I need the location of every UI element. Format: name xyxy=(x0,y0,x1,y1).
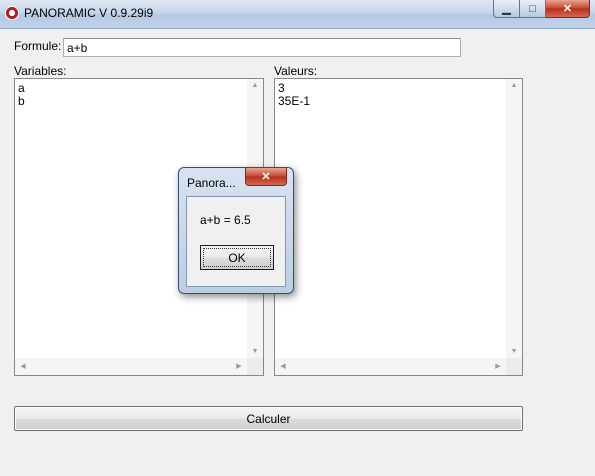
scroll-up-icon[interactable]: ▲ xyxy=(247,82,263,89)
scroll-up-icon[interactable]: ▲ xyxy=(506,82,522,89)
scroll-left-icon[interactable]: ◀ xyxy=(275,362,291,370)
horizontal-scrollbar[interactable]: ◀ ▶ xyxy=(275,358,506,375)
focus-rectangle xyxy=(203,248,271,267)
calculate-button[interactable]: Calculer xyxy=(14,406,523,431)
values-label: Valeurs: xyxy=(274,64,318,78)
dialog-body: a+b = 6.5 OK xyxy=(186,196,286,287)
vertical-scrollbar[interactable]: ▲ ▼ xyxy=(506,79,522,358)
window-title: PANORAMIC V 0.9.29i9 xyxy=(24,6,154,20)
scrollbar-corner xyxy=(247,358,263,375)
close-button[interactable]: ✕ xyxy=(546,0,590,18)
scroll-right-icon[interactable]: ▶ xyxy=(490,362,506,370)
ok-button[interactable]: OK xyxy=(200,245,274,270)
scrollbar-corner xyxy=(506,358,522,375)
dialog-close-button[interactable]: ✕ xyxy=(245,168,287,186)
maximize-button[interactable]: □ xyxy=(520,0,546,18)
scroll-down-icon[interactable]: ▼ xyxy=(247,348,263,355)
formula-label: Formule: xyxy=(14,39,62,53)
app-icon xyxy=(5,6,19,20)
variables-label: Variables: xyxy=(14,64,67,78)
horizontal-scrollbar[interactable]: ◀ ▶ xyxy=(15,358,247,375)
values-listbox[interactable]: 3 35E-1 ▲ ▼ ◀ ▶ xyxy=(274,78,523,376)
list-item[interactable]: b xyxy=(18,95,25,108)
formula-input[interactable]: a+b xyxy=(63,38,461,57)
minimize-button[interactable]: ▁ xyxy=(493,0,520,18)
scroll-right-icon[interactable]: ▶ xyxy=(231,362,247,370)
dialog-title: Panora... xyxy=(187,176,236,190)
list-item[interactable]: 35E-1 xyxy=(278,95,310,108)
message-dialog: Panora... ✕ a+b = 6.5 OK xyxy=(178,167,294,294)
title-bar[interactable]: PANORAMIC V 0.9.29i9 ▁ □ ✕ xyxy=(0,0,595,29)
dialog-message: a+b = 6.5 xyxy=(200,213,251,227)
caption-buttons: ▁ □ ✕ xyxy=(493,0,590,19)
scroll-down-icon[interactable]: ▼ xyxy=(506,348,522,355)
scroll-left-icon[interactable]: ◀ xyxy=(15,362,31,370)
